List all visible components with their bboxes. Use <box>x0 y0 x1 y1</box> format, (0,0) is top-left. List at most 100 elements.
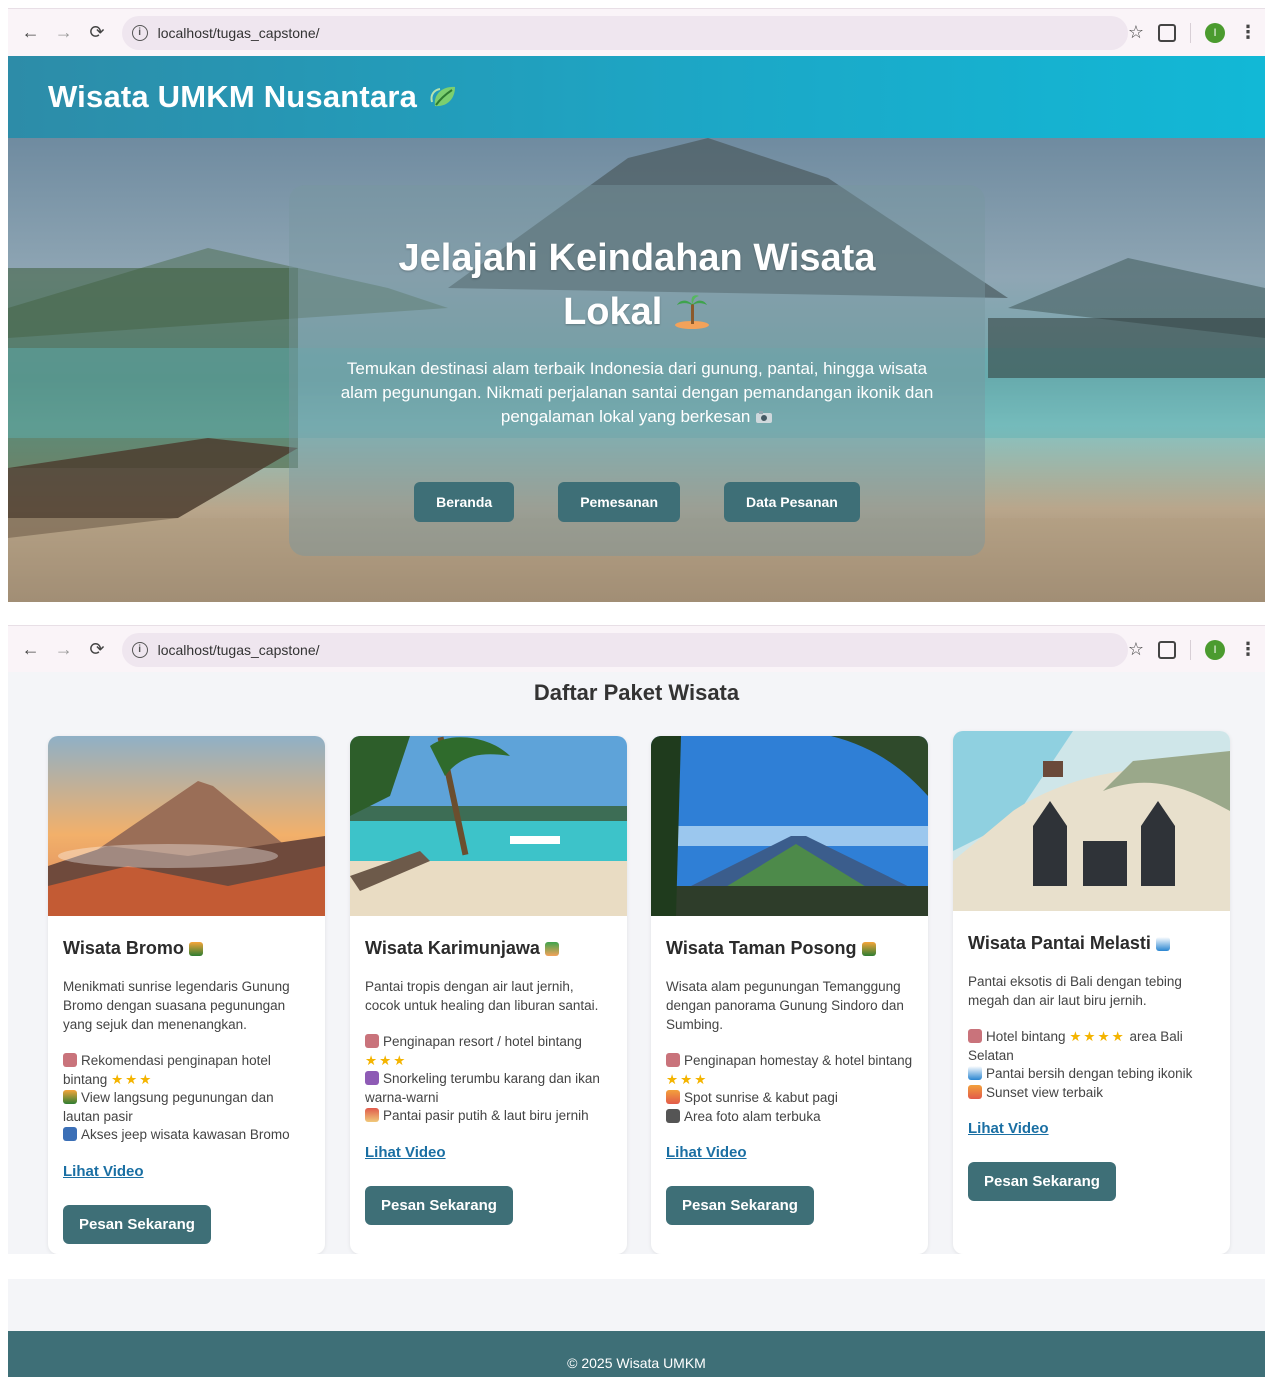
list-item: Area foto alam terbuka <box>666 1108 913 1127</box>
card-description: Pantai tropis dengan air laut jernih, co… <box>365 979 599 1013</box>
sunrise-icon <box>666 1090 680 1104</box>
feature-list: Penginapan resort / hotel bintang ★★★ Sn… <box>365 1033 612 1126</box>
profile-avatar[interactable]: I <box>1205 22 1225 43</box>
package-card-bromo: Wisata Bromo Menikmati sunrise legendari… <box>48 736 325 1254</box>
feature-list: Penginapan homestay & hotel bintang ★★★ … <box>666 1052 913 1126</box>
profile-avatar[interactable]: I <box>1205 639 1225 660</box>
sunrise-icon <box>861 942 876 956</box>
camera-icon <box>666 1108 680 1123</box>
address-bar[interactable]: i localhost/tugas_capstone/ <box>121 15 1128 50</box>
list-item: Sunset view terbaik <box>968 1084 1215 1103</box>
wave-icon <box>968 1066 982 1080</box>
beach-icon <box>365 1108 379 1122</box>
screenshot-gap <box>8 1254 1265 1279</box>
pemesanan-button[interactable]: Pemesanan <box>558 482 681 522</box>
card-description: Wisata alam pegunungan Temanggung dengan… <box>666 979 904 1032</box>
site-title: Wisata UMKM Nusantara <box>48 79 459 115</box>
data-pesanan-button[interactable]: Data Pesanan <box>724 482 860 522</box>
toolbar-divider <box>1190 639 1191 660</box>
url-text: localhost/tugas_capstone/ <box>157 641 320 658</box>
card-title: Wisata Bromo <box>63 938 310 959</box>
toolbar-divider <box>1190 22 1191 43</box>
taman-posong-image <box>651 736 928 916</box>
lihat-video-link[interactable]: Lihat Video <box>968 1120 1049 1137</box>
leaf-icon <box>430 86 456 107</box>
lihat-video-link[interactable]: Lihat Video <box>63 1163 144 1180</box>
star-rating: ★★★ <box>666 1071 709 1087</box>
list-item: Hotel bintang ★★★★ area Bali Selatan <box>968 1029 1183 1063</box>
package-card-pantai-melasti: Wisata Pantai Melasti Pantai eksotis di … <box>953 731 1230 1254</box>
lihat-video-link[interactable]: Lihat Video <box>666 1144 747 1161</box>
more-menu-icon[interactable]: ⋮ <box>1239 639 1257 660</box>
site-info-icon[interactable]: i <box>131 641 148 658</box>
address-bar[interactable]: i localhost/tugas_capstone/ <box>121 632 1128 667</box>
extensions-icon[interactable] <box>1158 23 1176 42</box>
browser-toolbar-bottom: ← → ⟳ i localhost/tugas_capstone/ ☆ I ⋮ <box>8 625 1265 673</box>
pantai-melasti-image <box>953 731 1230 911</box>
sunset-icon <box>968 1084 982 1099</box>
card-description: Menikmati sunrise legendaris Gunung Brom… <box>63 979 290 1032</box>
hero-nav: Beranda Pemesanan Data Pesanan <box>289 482 985 522</box>
browser-toolbar-top: ← → ⟳ i localhost/tugas_capstone/ ☆ I ⋮ <box>8 8 1265 56</box>
sunrise-icon <box>188 942 203 956</box>
hotel-icon <box>63 1053 77 1067</box>
bookmark-star-icon[interactable]: ☆ <box>1128 639 1144 660</box>
card-title: Wisata Taman Posong <box>666 938 913 959</box>
reload-icon[interactable]: ⟳ <box>80 16 113 50</box>
feature-list: Rekomendasi penginapan hotel bintang ★★★… <box>63 1052 310 1145</box>
package-card-taman-posong: Wisata Taman Posong Wisata alam pegunung… <box>651 736 928 1254</box>
pesan-sekarang-button[interactable]: Pesan Sekarang <box>666 1186 814 1225</box>
pesan-sekarang-button[interactable]: Pesan Sekarang <box>63 1204 211 1244</box>
site-info-icon[interactable]: i <box>131 24 148 41</box>
hero-card: Jelajahi Keindahan Wisata Lokal Temukan … <box>289 185 985 556</box>
sunrise-icon <box>63 1090 77 1104</box>
list-item: Spot sunrise & kabut pagi <box>666 1089 913 1108</box>
section-title: Daftar Paket Wisata <box>533 680 740 705</box>
hotel-icon <box>365 1034 379 1048</box>
star-rating: ★★★ <box>365 1052 408 1068</box>
list-item: Rekomendasi penginapan hotel bintang ★★★ <box>63 1053 271 1087</box>
list-item: Pantai bersih dengan tebing ikonik <box>968 1065 1215 1084</box>
list-item: Penginapan resort / hotel bintang ★★★ <box>365 1034 582 1068</box>
url-text: localhost/tugas_capstone/ <box>157 24 320 41</box>
package-section: Daftar Paket Wisata Wisata Bromo Menikma… <box>8 672 1265 1254</box>
list-item: Snorkeling terumbu karang dan ikan warna… <box>365 1071 600 1105</box>
list-item: Akses jeep wisata kawasan Bromo <box>63 1126 310 1145</box>
palm-island-icon <box>544 942 559 956</box>
extensions-icon[interactable] <box>1158 640 1176 659</box>
beranda-button[interactable]: Beranda <box>414 482 515 522</box>
back-arrow-icon[interactable]: ← <box>14 16 47 50</box>
pesan-sekarang-button[interactable]: Pesan Sekarang <box>968 1162 1116 1201</box>
hotel-icon <box>666 1053 680 1067</box>
list-item: Pantai pasir putih & laut biru jernih <box>365 1107 612 1126</box>
more-menu-icon[interactable]: ⋮ <box>1239 22 1257 43</box>
bromo-image <box>48 736 325 916</box>
back-arrow-icon[interactable]: ← <box>14 633 47 667</box>
page-background <box>8 1279 1265 1331</box>
palm-island-icon <box>674 295 709 329</box>
pesan-sekarang-button[interactable]: Pesan Sekarang <box>365 1185 513 1225</box>
list-item: View langsung pegunungan dan lautan pasi… <box>63 1090 274 1124</box>
karimunjawa-image <box>350 736 627 916</box>
card-description: Pantai eksotis di Bali dengan tebing meg… <box>968 974 1182 1008</box>
hero-description: Temukan destinasi alam terbaik Indonesia… <box>340 359 934 426</box>
reload-icon[interactable]: ⟳ <box>80 633 113 667</box>
wave-icon <box>1155 937 1170 951</box>
list-item: Penginapan homestay & hotel bintang ★★★ <box>666 1053 913 1087</box>
star-rating: ★★★★ <box>1069 1029 1126 1044</box>
hero-section: Jelajahi Keindahan Wisata Lokal Temukan … <box>8 138 1265 602</box>
package-card-karimunjawa: Wisata Karimunjawa Pantai tropis dengan … <box>350 736 627 1254</box>
card-title: Wisata Karimunjawa <box>365 938 612 959</box>
forward-arrow-icon[interactable]: → <box>47 16 80 50</box>
star-rating: ★★★ <box>111 1071 154 1087</box>
jeep-icon <box>63 1127 77 1141</box>
bookmark-star-icon[interactable]: ☆ <box>1128 22 1144 43</box>
lihat-video-link[interactable]: Lihat Video <box>365 1144 446 1161</box>
hero-title: Jelajahi Keindahan Wisata Lokal <box>398 237 876 333</box>
forward-arrow-icon[interactable]: → <box>47 633 80 667</box>
hotel-icon <box>968 1029 982 1043</box>
snorkel-icon <box>365 1071 379 1085</box>
site-footer: © 2025 Wisata UMKM <box>8 1331 1265 1377</box>
feature-list: Hotel bintang ★★★★ area Bali Selatan Pan… <box>968 1028 1215 1102</box>
camera-icon <box>756 411 773 423</box>
